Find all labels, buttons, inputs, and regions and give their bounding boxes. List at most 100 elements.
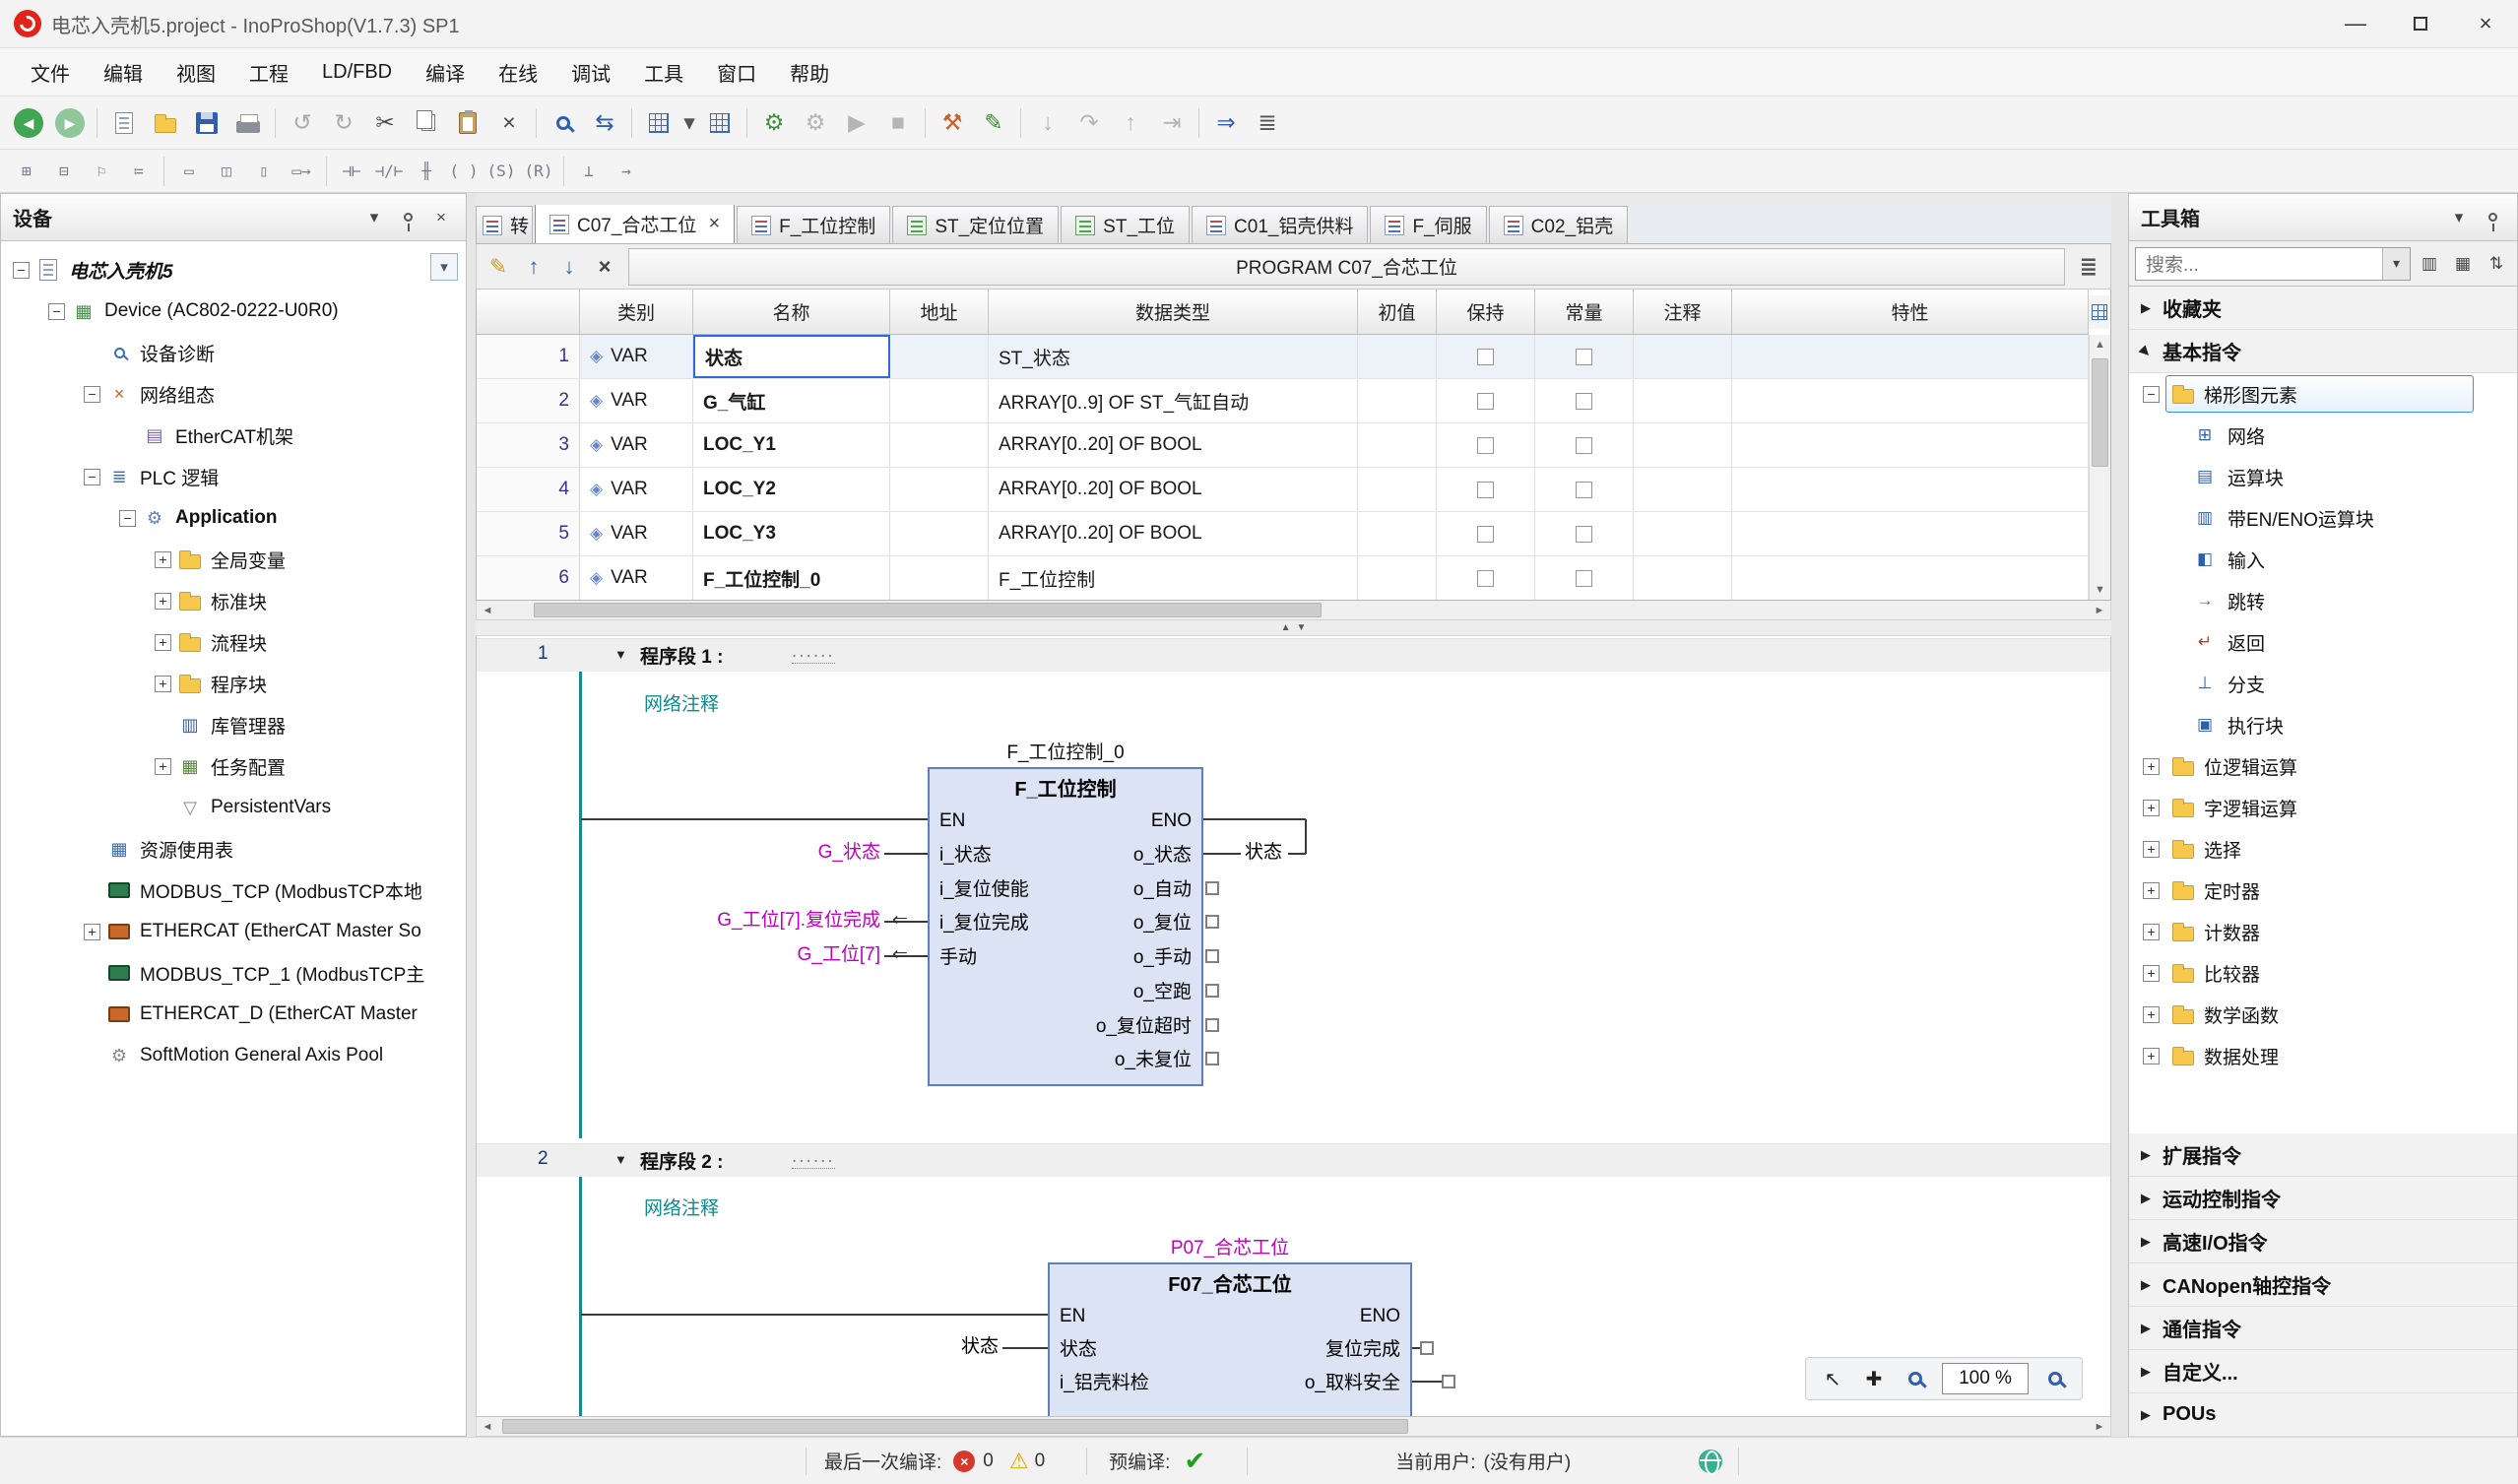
- tab-close-icon[interactable]: ×: [708, 213, 720, 235]
- var-name-cell[interactable]: F_工位控制_0: [693, 556, 890, 600]
- var-name-cell[interactable]: 状态: [693, 335, 890, 378]
- tree-expander-icon[interactable]: +: [2143, 882, 2160, 899]
- var-type-cell[interactable]: ARRAY[0..20] OF BOOL: [989, 423, 1358, 467]
- close-button[interactable]: ×: [2453, 0, 2518, 47]
- operand-input[interactable]: G_工位[7].复位完成: [717, 908, 880, 934]
- compile-dropdown-button[interactable]: ▾: [679, 103, 699, 143]
- var-init-cell[interactable]: [1358, 512, 1437, 555]
- var-address-cell[interactable]: [890, 423, 989, 467]
- editor-tab-5[interactable]: C01_铝壳供料: [1192, 206, 1368, 243]
- insert-negated-contact-button[interactable]: ⊣/⊢: [370, 155, 408, 188]
- insert-network-button[interactable]: ⊞: [8, 155, 45, 188]
- tree-expander-icon[interactable]: −: [13, 262, 30, 279]
- menu-view[interactable]: 视图: [160, 53, 232, 91]
- tree-expander-icon[interactable]: +: [2143, 1006, 2160, 1023]
- scrollbar-thumb[interactable]: [534, 603, 1322, 617]
- select-cursor-icon[interactable]: ↖: [1818, 1364, 1847, 1393]
- edit-declaration-button[interactable]: ✎: [481, 249, 516, 285]
- toolbox-item-7[interactable]: ▣执行块: [2129, 704, 2517, 745]
- toolbox-section-bottom-5[interactable]: ▶自定义...: [2129, 1350, 2517, 1393]
- var-comment-cell[interactable]: [1634, 335, 1732, 378]
- save-button[interactable]: [186, 103, 227, 143]
- tree-expander-icon[interactable]: +: [2143, 924, 2160, 940]
- tree-expander-icon[interactable]: +: [2143, 965, 2160, 982]
- toolbox-item-4[interactable]: →跳转: [2129, 580, 2517, 621]
- var-init-cell[interactable]: [1358, 468, 1437, 511]
- open-file-button[interactable]: [145, 103, 186, 143]
- var-address-cell[interactable]: [890, 379, 989, 422]
- device-tree-item-12[interactable]: +▦任务配置: [1, 745, 466, 787]
- move-up-button[interactable]: ↑: [516, 249, 551, 285]
- device-tree-item-1[interactable]: −▦Device (AC802-0222-U0R0): [1, 290, 466, 332]
- retain-checkbox[interactable]: [1477, 437, 1494, 454]
- device-tree-item-17[interactable]: MODBUS_TCP_1 (ModbusTCP主: [1, 952, 466, 994]
- insert-parallel-contact-button[interactable]: ╫: [408, 155, 445, 188]
- toolbox-item-5[interactable]: ↵返回: [2129, 621, 2517, 663]
- table-settings-button[interactable]: [2089, 295, 2109, 329]
- toolbox-item-2[interactable]: ▥带EN/ENO运算块: [2129, 497, 2517, 539]
- var-type-cell[interactable]: ST_状态: [989, 335, 1358, 378]
- var-scope-cell[interactable]: ◈VAR: [580, 512, 693, 555]
- var-name-cell[interactable]: LOC_Y3: [693, 512, 890, 555]
- move-down-button[interactable]: ↓: [551, 249, 587, 285]
- var-type-cell[interactable]: F_工位控制: [989, 556, 1358, 600]
- editor-tab-0[interactable]: 转: [476, 206, 533, 243]
- zoom-icon[interactable]: [1901, 1364, 1930, 1393]
- var-name-cell[interactable]: LOC_Y1: [693, 423, 890, 467]
- delete-variable-button[interactable]: ×: [587, 249, 622, 285]
- toolbox-item-0[interactable]: ⊞网络: [2129, 415, 2517, 456]
- toolbox-section-favorites[interactable]: ▶收藏夹: [2129, 287, 2517, 330]
- toolbox-folder-5[interactable]: +比较器: [2129, 952, 2517, 994]
- toolbox-section-bottom-2[interactable]: ▶高速I/O指令: [2129, 1220, 2517, 1263]
- menu-project[interactable]: 工程: [232, 53, 305, 91]
- var-scope-cell[interactable]: ◈VAR: [580, 556, 693, 600]
- scroll-left-icon[interactable]: ◄: [477, 1417, 498, 1436]
- editor-tab-6[interactable]: F_伺服: [1370, 206, 1486, 243]
- insert-box-button[interactable]: ▭: [170, 155, 208, 188]
- menu-debug[interactable]: 调试: [554, 53, 627, 91]
- chevron-down-icon[interactable]: ▾: [359, 203, 389, 232]
- insert-network-below-button[interactable]: ⊟: [45, 155, 83, 188]
- find-button[interactable]: [543, 103, 584, 143]
- toolbox-section-bottom-6[interactable]: ▶POUs: [2129, 1393, 2517, 1437]
- var-attr-cell[interactable]: [1732, 379, 2089, 422]
- insert-empty-box-button[interactable]: ▯: [245, 155, 283, 188]
- sort-variables-button[interactable]: ≣: [2071, 249, 2106, 285]
- editor-tab-2[interactable]: F_工位控制: [737, 206, 890, 243]
- var-type-cell[interactable]: ARRAY[0..9] OF ST_气缸自动: [989, 379, 1358, 422]
- close-icon[interactable]: ×: [426, 203, 456, 232]
- function-block-1[interactable]: F_工位控制ENi_状态i_复位使能i_复位完成手动ENOo_状态o_自动o_复…: [928, 767, 1203, 1086]
- retain-checkbox[interactable]: [1477, 482, 1494, 498]
- device-tree-item-13[interactable]: ▽PersistentVars: [1, 787, 466, 828]
- menu-tools[interactable]: 工具: [627, 53, 700, 91]
- pin-icon[interactable]: [2478, 203, 2507, 232]
- network-comment[interactable]: 网络注释: [644, 689, 719, 716]
- navigate-back-button[interactable]: ◀: [8, 103, 49, 143]
- redo-button[interactable]: ↻: [323, 103, 364, 143]
- device-tree-item-16[interactable]: +ETHERCAT (EtherCAT Master So: [1, 911, 466, 952]
- toolbox-section-bottom-3[interactable]: ▶CANopen轴控指令: [2129, 1263, 2517, 1307]
- constant-checkbox[interactable]: [1576, 393, 1592, 410]
- insert-assignment-button[interactable]: ≔: [120, 155, 158, 188]
- var-init-cell[interactable]: [1358, 379, 1437, 422]
- menu-file[interactable]: 文件: [14, 53, 87, 91]
- var-row-4[interactable]: 4◈VARLOC_Y2ARRAY[0..20] OF BOOL: [477, 468, 2089, 512]
- var-comment-cell[interactable]: [1634, 468, 1732, 511]
- insert-contact-button[interactable]: ⊣⊢: [333, 155, 370, 188]
- insert-reset-coil-button[interactable]: (R): [520, 155, 557, 188]
- toolbox-section-bottom-4[interactable]: ▶通信指令: [2129, 1307, 2517, 1350]
- stop-button[interactable]: ■: [877, 103, 919, 143]
- menu-ldfbd[interactable]: LD/FBD: [305, 53, 409, 91]
- toolbox-folder-4[interactable]: +计数器: [2129, 911, 2517, 952]
- replace-button[interactable]: ⇆: [584, 103, 625, 143]
- zoom-level-field[interactable]: 100 %: [1942, 1363, 2029, 1394]
- run-to-cursor-button[interactable]: ⇥: [1151, 103, 1193, 143]
- network-2-header[interactable]: 2▼程序段 2 :......: [477, 1143, 2110, 1177]
- step-over-button[interactable]: ↷: [1068, 103, 1110, 143]
- device-tree-item-15[interactable]: MODBUS_TCP (ModbusTCP本地: [1, 870, 466, 911]
- var-row-1[interactable]: 1◈VAR状态ST_状态: [477, 335, 2089, 379]
- var-attr-cell[interactable]: [1732, 556, 2089, 600]
- declaration-vscrollbar[interactable]: ▲ ▼: [2089, 335, 2110, 600]
- connection-box[interactable]: [1205, 1018, 1219, 1032]
- compile-button[interactable]: [638, 103, 679, 143]
